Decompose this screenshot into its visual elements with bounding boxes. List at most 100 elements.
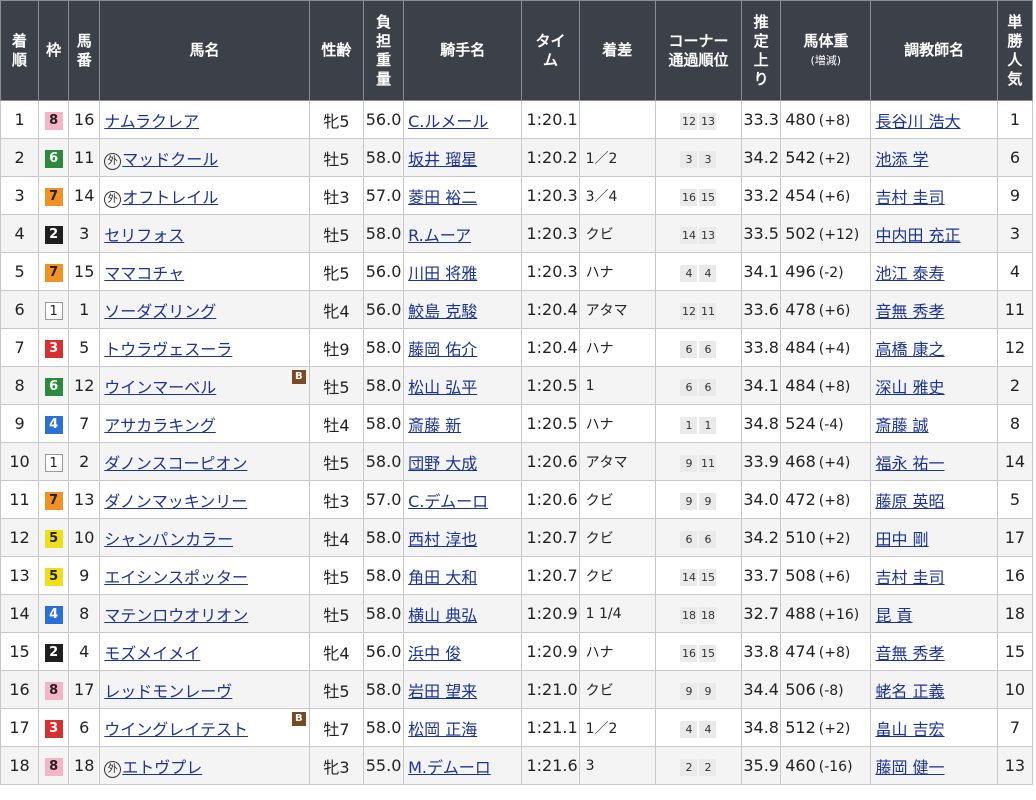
sex-age: 牡5 xyxy=(308,442,365,481)
horse-name-link[interactable]: マッドクール xyxy=(122,150,218,169)
header-bodyweight[interactable]: 馬体重 (増減) xyxy=(780,0,872,101)
body-weight: 502 xyxy=(785,224,816,243)
horse-name-link[interactable]: ナムラクレア xyxy=(104,112,199,131)
header-rank[interactable]: 着順 xyxy=(0,0,40,101)
header-weight[interactable]: 負担重量 xyxy=(363,0,405,101)
waku-cell: 6 xyxy=(38,366,70,405)
horse-name-link[interactable]: ウインマーベル xyxy=(104,378,216,397)
jockey-cell: 西村 淳也 xyxy=(403,518,523,557)
header-num[interactable]: 馬番 xyxy=(68,0,101,101)
header-last3f-line: り xyxy=(753,69,769,88)
horse-name-link[interactable]: アサカラキング xyxy=(104,416,216,435)
trainer-link[interactable]: 音無 秀孝 xyxy=(875,302,944,321)
jockey-link[interactable]: 松岡 正海 xyxy=(408,720,477,739)
sex-age: 牡5 xyxy=(308,138,365,177)
header-corner[interactable]: コーナー 通過順位 xyxy=(654,0,743,101)
header-waku[interactable]: 枠 xyxy=(38,0,70,101)
trainer-link[interactable]: 吉村 圭司 xyxy=(875,568,944,587)
horse-name-link[interactable]: ダノンスコーピオン xyxy=(104,454,247,473)
trainer-cell: 昆 貢 xyxy=(870,594,998,633)
jockey-link[interactable]: C.ルメール xyxy=(408,112,488,131)
horse-name-cell: 外エトヴプレ xyxy=(99,746,310,785)
jockey-link[interactable]: 松山 弘平 xyxy=(408,378,477,397)
header-trainer[interactable]: 調教師名 xyxy=(870,0,998,101)
corner-positions: 44 xyxy=(654,708,743,747)
trainer-link[interactable]: 藤原 英昭 xyxy=(875,492,944,511)
body-weight-change: (-8) xyxy=(818,683,844,699)
horse-name-link[interactable]: ママコチャ xyxy=(104,264,184,283)
trainer-link[interactable]: 田中 剛 xyxy=(875,530,928,549)
jockey-cell: 松岡 正海 xyxy=(403,708,523,747)
header-num-line: 番 xyxy=(76,50,92,69)
horse-number: 11 xyxy=(68,138,101,177)
body-weight-change: (+2) xyxy=(818,531,851,547)
jockey-link[interactable]: 坂井 瑠星 xyxy=(408,150,477,169)
horse-name-link[interactable]: シャンパンカラー xyxy=(104,530,233,549)
horse-name-link[interactable]: レッドモンレーヴ xyxy=(104,682,232,701)
jockey-link[interactable]: 菱田 裕二 xyxy=(408,188,477,207)
corner-3-position: 1 xyxy=(680,416,698,434)
corner-4-position: 11 xyxy=(699,302,717,320)
horse-name-cell: ウインマーベル B xyxy=(99,366,310,405)
jockey-link[interactable]: 鮫島 克駿 xyxy=(408,302,477,321)
horse-name-link[interactable]: モズメイメイ xyxy=(104,644,200,663)
horse-name-link[interactable]: ソーダズリング xyxy=(104,302,216,321)
carried-weight: 58.0 xyxy=(363,404,405,443)
trainer-link[interactable]: 福永 祐一 xyxy=(875,454,944,473)
jockey-link[interactable]: R.ムーア xyxy=(408,226,471,245)
jockey-link[interactable]: 川田 将雅 xyxy=(408,264,477,283)
jockey-link[interactable]: 西村 淳也 xyxy=(408,530,477,549)
finish-position: 1 xyxy=(0,100,40,139)
trainer-link[interactable]: 昆 貢 xyxy=(875,606,912,625)
header-name[interactable]: 馬名 xyxy=(99,0,310,101)
horse-name-link[interactable]: エイシンスポッター xyxy=(104,568,248,587)
header-margin[interactable]: 着差 xyxy=(578,0,656,101)
trainer-link[interactable]: 池添 学 xyxy=(875,150,928,169)
trainer-link[interactable]: 藤岡 健一 xyxy=(875,758,944,777)
jockey-link[interactable]: 岩田 望来 xyxy=(408,682,477,701)
horse-name-link[interactable]: ウイングレイテスト xyxy=(104,720,248,739)
jockey-link[interactable]: 藤岡 佑介 xyxy=(408,340,477,359)
corner-3-position: 18 xyxy=(680,606,698,624)
body-weight: 484 xyxy=(785,338,816,357)
trainer-link[interactable]: 池江 泰寿 xyxy=(875,264,944,283)
header-sexage[interactable]: 性齢 xyxy=(308,0,365,101)
jockey-link[interactable]: C.デムーロ xyxy=(408,492,488,511)
trainer-link[interactable]: 蛯名 正義 xyxy=(875,682,944,701)
body-weight-change: (+6) xyxy=(818,569,851,585)
trainer-link[interactable]: 畠山 吉宏 xyxy=(875,720,944,739)
jockey-link[interactable]: 横山 典弘 xyxy=(408,606,477,625)
trainer-link[interactable]: 深山 雅史 xyxy=(875,378,944,397)
header-weight-line: 担 xyxy=(376,31,392,50)
carried-weight: 57.0 xyxy=(363,480,405,519)
trainer-link[interactable]: 吉村 圭司 xyxy=(875,188,944,207)
jockey-link[interactable]: 斎藤 新 xyxy=(408,416,461,435)
trainer-link[interactable]: 中内田 充正 xyxy=(875,226,960,245)
trainer-link[interactable]: 音無 秀孝 xyxy=(875,644,944,663)
corner-positions: 11 xyxy=(654,404,743,443)
horse-name-link[interactable]: ダノンマッキンリー xyxy=(104,492,247,511)
corner-3-position: 12 xyxy=(680,302,698,320)
body-weight: 508 xyxy=(785,566,816,585)
horse-name-link[interactable]: セリフォス xyxy=(104,226,184,245)
trainer-link[interactable]: 長谷川 浩大 xyxy=(875,112,960,131)
header-time[interactable]: タイム xyxy=(521,0,580,101)
corner-4-position: 15 xyxy=(699,644,717,662)
header-last3f[interactable]: 推定上り xyxy=(741,0,782,101)
race-time: 1:20.5 xyxy=(521,404,580,443)
trainer-link[interactable]: 高橋 康之 xyxy=(875,340,944,359)
horse-name-link[interactable]: マテンロウオリオン xyxy=(104,606,248,625)
jockey-link[interactable]: 団野 大成 xyxy=(408,454,477,473)
horse-name-link[interactable]: エトヴプレ xyxy=(122,758,202,777)
carried-weight: 56.0 xyxy=(363,290,405,329)
race-time: 1:21.1 xyxy=(521,708,580,747)
horse-name-link[interactable]: トウラヴェスーラ xyxy=(104,340,232,359)
corner-3-position: 6 xyxy=(680,530,698,548)
header-jockey[interactable]: 騎手名 xyxy=(403,0,523,101)
jockey-link[interactable]: 角田 大和 xyxy=(408,568,477,587)
horse-name-link[interactable]: オフトレイル xyxy=(122,188,218,207)
jockey-link[interactable]: M.デムーロ xyxy=(408,758,491,777)
trainer-link[interactable]: 斎藤 誠 xyxy=(875,416,928,435)
jockey-link[interactable]: 浜中 俊 xyxy=(408,644,461,663)
header-popularity[interactable]: 単勝人気 xyxy=(996,0,1034,101)
